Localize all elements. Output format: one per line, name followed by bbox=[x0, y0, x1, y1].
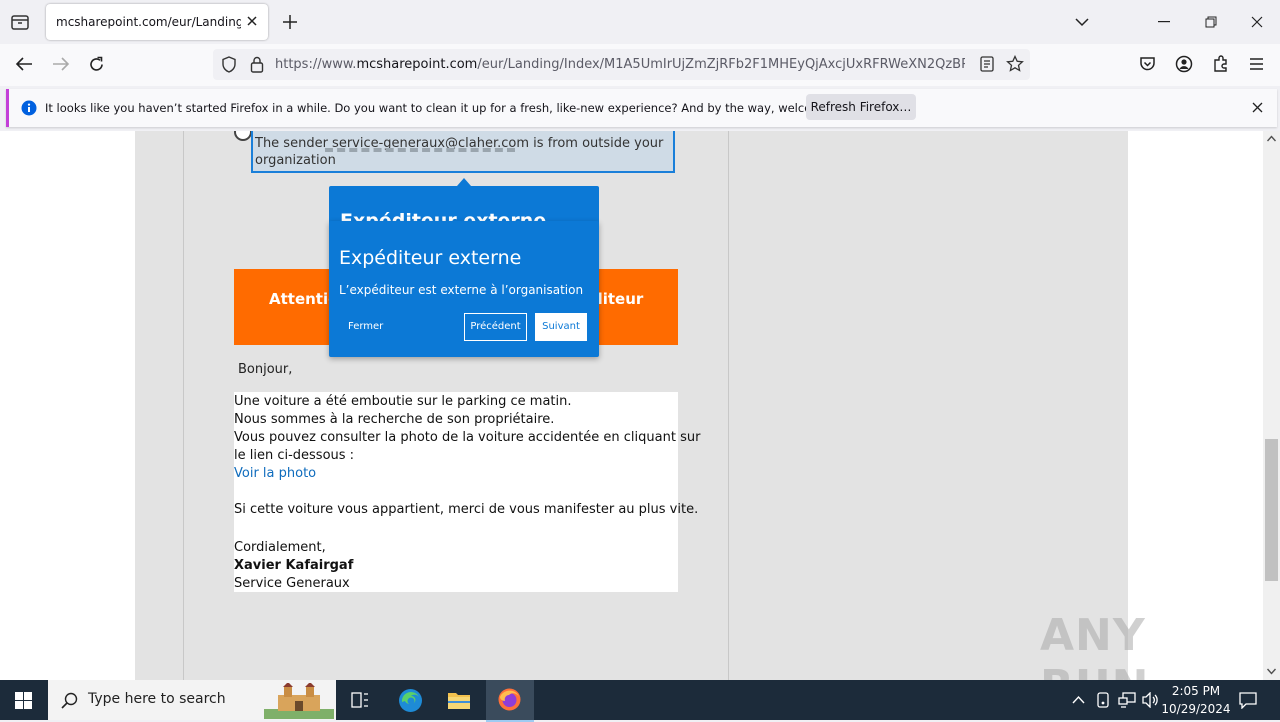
firefox-icon bbox=[497, 687, 522, 712]
tab-list-icon[interactable] bbox=[10, 12, 30, 32]
email-line: le lien ci-dessous : bbox=[234, 448, 355, 463]
email-line: Vous pouvez consulter la photo de la voi… bbox=[234, 430, 701, 445]
clock-time[interactable]: 2:05 PM bbox=[1168, 684, 1224, 698]
popup-stacked-behind: Expéditeur externe bbox=[329, 186, 599, 226]
info-icon bbox=[21, 100, 37, 116]
close-button[interactable]: Fermer bbox=[348, 321, 383, 332]
clock-date[interactable]: 10/29/2024 bbox=[1160, 702, 1232, 716]
popup-pointer bbox=[457, 178, 471, 186]
search-icon bbox=[61, 692, 78, 709]
email-greeting: Bonjour, bbox=[238, 362, 293, 377]
new-tab-icon[interactable] bbox=[282, 14, 298, 30]
file-explorer-icon[interactable] bbox=[447, 690, 471, 710]
forward-icon[interactable] bbox=[52, 56, 70, 72]
taskbar-search-box[interactable]: Type here to search bbox=[48, 680, 336, 720]
banner-text-right: diteur bbox=[592, 290, 644, 308]
close-tab-icon[interactable] bbox=[246, 15, 258, 27]
signature-department: Service Generaux bbox=[234, 576, 350, 591]
refresh-firefox-button[interactable]: Refresh Firefox… bbox=[806, 94, 916, 120]
task-view-icon[interactable] bbox=[351, 692, 369, 708]
popup-title: Expéditeur externe bbox=[339, 247, 522, 269]
chevron-down-icon[interactable] bbox=[1074, 16, 1090, 28]
reload-icon[interactable] bbox=[88, 56, 105, 73]
device-icon[interactable] bbox=[1096, 692, 1110, 708]
external-sender-warning: The sender service-generaux@claher.com i… bbox=[251, 131, 675, 173]
minimize-icon[interactable] bbox=[1158, 21, 1170, 23]
email-line: Une voiture a été emboutie sur le parkin… bbox=[234, 394, 572, 409]
close-notification-icon[interactable] bbox=[1252, 102, 1263, 113]
email-body: Une voiture a été emboutie sur le parkin… bbox=[234, 392, 700, 592]
url-domain: mcsharepoint.com bbox=[356, 57, 478, 72]
tab-strip: mcsharepoint.com/eur/Landing/Index bbox=[0, 0, 1280, 44]
scroll-down-icon[interactable] bbox=[1267, 668, 1276, 675]
castle-illustration-icon bbox=[264, 683, 334, 719]
search-placeholder: Type here to search bbox=[88, 691, 226, 707]
back-icon[interactable] bbox=[15, 56, 33, 72]
url-text[interactable]: https://www.mcsharepoint.com/eur/Landing… bbox=[275, 57, 965, 72]
url-bar[interactable]: https://www.mcsharepoint.com/eur/Landing… bbox=[213, 49, 1030, 80]
external-sender-popup: Expéditeur externe L’expéditeur est exte… bbox=[329, 221, 599, 357]
email-line: Nous sommes à la recherche de son propri… bbox=[234, 412, 555, 427]
url-prefix: https://www. bbox=[275, 57, 357, 72]
divider-left bbox=[183, 131, 184, 680]
email-request: Si cette voiture vous appartient, merci … bbox=[234, 502, 699, 517]
windows-start-icon[interactable] bbox=[15, 692, 32, 709]
notifications-icon[interactable] bbox=[1239, 691, 1257, 709]
bookmark-star-icon[interactable] bbox=[1006, 55, 1024, 73]
popup-description: L’expéditeur est externe à l’organisatio… bbox=[339, 283, 584, 297]
chevron-up-icon[interactable] bbox=[1072, 695, 1085, 704]
highlight-dashes bbox=[325, 148, 515, 152]
scroll-up-icon[interactable] bbox=[1267, 135, 1276, 142]
extensions-icon[interactable] bbox=[1212, 55, 1229, 73]
view-photo-link[interactable]: Voir la photo bbox=[234, 466, 316, 481]
scroll-thumb[interactable] bbox=[1265, 439, 1278, 581]
email-closing: Cordialement, bbox=[234, 540, 326, 555]
account-icon[interactable] bbox=[1175, 55, 1193, 73]
windows-taskbar: Type here to search 2:05 PM 10/29/2024 bbox=[0, 680, 1280, 722]
reader-view-icon[interactable] bbox=[980, 56, 994, 72]
menu-icon[interactable] bbox=[1249, 57, 1264, 71]
edge-browser-icon[interactable] bbox=[398, 688, 423, 713]
restore-icon[interactable] bbox=[1205, 16, 1217, 28]
url-path: /eur/Landing/Index/M1A5UmIrUjZmZjRFb2F1M… bbox=[477, 57, 965, 72]
tracking-shield-icon[interactable] bbox=[221, 56, 237, 73]
volume-icon[interactable] bbox=[1142, 692, 1160, 708]
watermark-logo: ANY RUN bbox=[1040, 610, 1148, 680]
page-viewport: The sender service-generaux@claher.com i… bbox=[0, 131, 1263, 680]
notification-bar: It looks like you haven’t started Firefo… bbox=[6, 89, 1277, 127]
next-button[interactable]: Suivant bbox=[535, 313, 587, 341]
firefox-taskbar-button[interactable] bbox=[486, 680, 534, 722]
lock-icon[interactable] bbox=[250, 56, 264, 73]
signature-name: Xavier Kafairgaf bbox=[234, 558, 354, 573]
pocket-icon[interactable] bbox=[1139, 56, 1156, 72]
sender-warning-line2: organization bbox=[255, 153, 336, 168]
vertical-scrollbar[interactable] bbox=[1263, 131, 1280, 680]
close-window-icon[interactable] bbox=[1251, 16, 1263, 28]
browser-tab[interactable]: mcsharepoint.com/eur/Landing/Index bbox=[46, 4, 268, 40]
notification-message: It looks like you haven’t started Firefo… bbox=[45, 101, 866, 115]
previous-button[interactable]: Précédent bbox=[464, 313, 527, 341]
network-icon[interactable] bbox=[1118, 692, 1136, 708]
tab-title: mcsharepoint.com/eur/Landing/Index bbox=[56, 15, 241, 29]
divider-right bbox=[728, 131, 729, 680]
